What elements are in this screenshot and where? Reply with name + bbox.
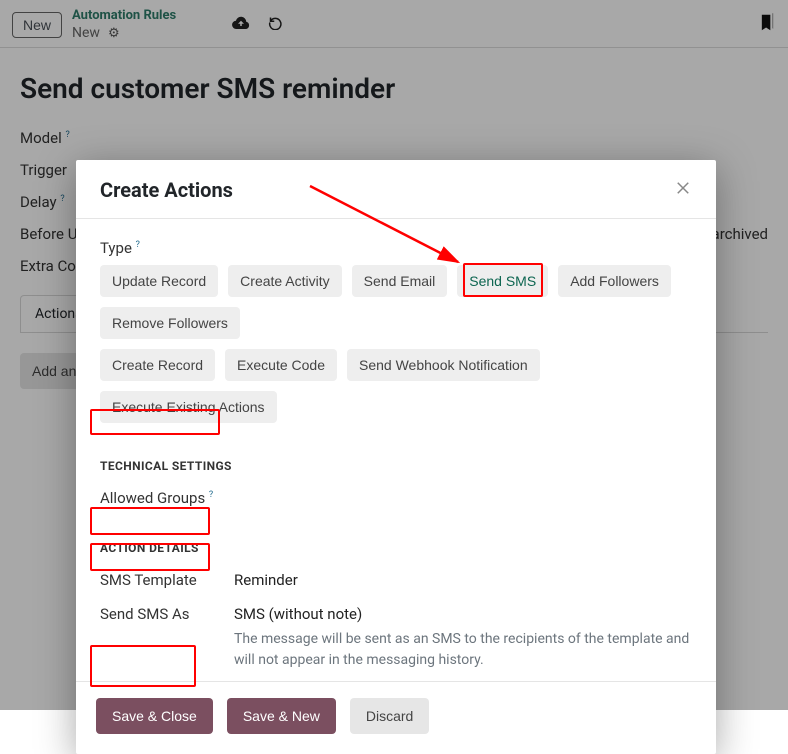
label-sms-template: SMS Template: [100, 571, 220, 589]
label-allowed-groups: Allowed Groups ?: [100, 489, 213, 507]
type-execute-existing[interactable]: Execute Existing Actions: [100, 391, 277, 423]
type-send-email[interactable]: Send Email: [352, 265, 448, 297]
label-send-sms-as: Send SMS As: [100, 605, 220, 623]
type-send-sms[interactable]: Send SMS: [457, 265, 548, 297]
type-remove-followers[interactable]: Remove Followers: [100, 307, 240, 339]
help-icon[interactable]: ?: [209, 490, 213, 500]
type-update-record[interactable]: Update Record: [100, 265, 218, 297]
type-send-webhook[interactable]: Send Webhook Notification: [347, 349, 540, 381]
help-icon[interactable]: ?: [136, 240, 140, 250]
modal-title: Create Actions: [100, 178, 233, 202]
type-add-followers[interactable]: Add Followers: [558, 265, 671, 297]
create-actions-modal: Create Actions Type ? Update Record Crea…: [76, 160, 716, 754]
section-technical-settings: TECHNICAL SETTINGS: [100, 459, 692, 473]
type-create-activity[interactable]: Create Activity: [228, 265, 341, 297]
sms-template-field[interactable]: Reminder: [234, 571, 692, 589]
type-execute-code[interactable]: Execute Code: [225, 349, 337, 381]
send-sms-as-hint: The message will be sent as an SMS to th…: [234, 629, 692, 671]
section-action-details: ACTION DETAILS: [100, 541, 692, 555]
label-type: Type ?: [100, 239, 140, 257]
type-create-record[interactable]: Create Record: [100, 349, 215, 381]
close-icon[interactable]: [674, 179, 692, 201]
save-close-button[interactable]: Save & Close: [96, 698, 213, 734]
send-sms-as-field[interactable]: SMS (without note): [234, 605, 692, 623]
type-options: Update Record Create Activity Send Email…: [100, 265, 692, 423]
discard-button[interactable]: Discard: [350, 698, 429, 734]
save-new-button[interactable]: Save & New: [227, 698, 336, 734]
